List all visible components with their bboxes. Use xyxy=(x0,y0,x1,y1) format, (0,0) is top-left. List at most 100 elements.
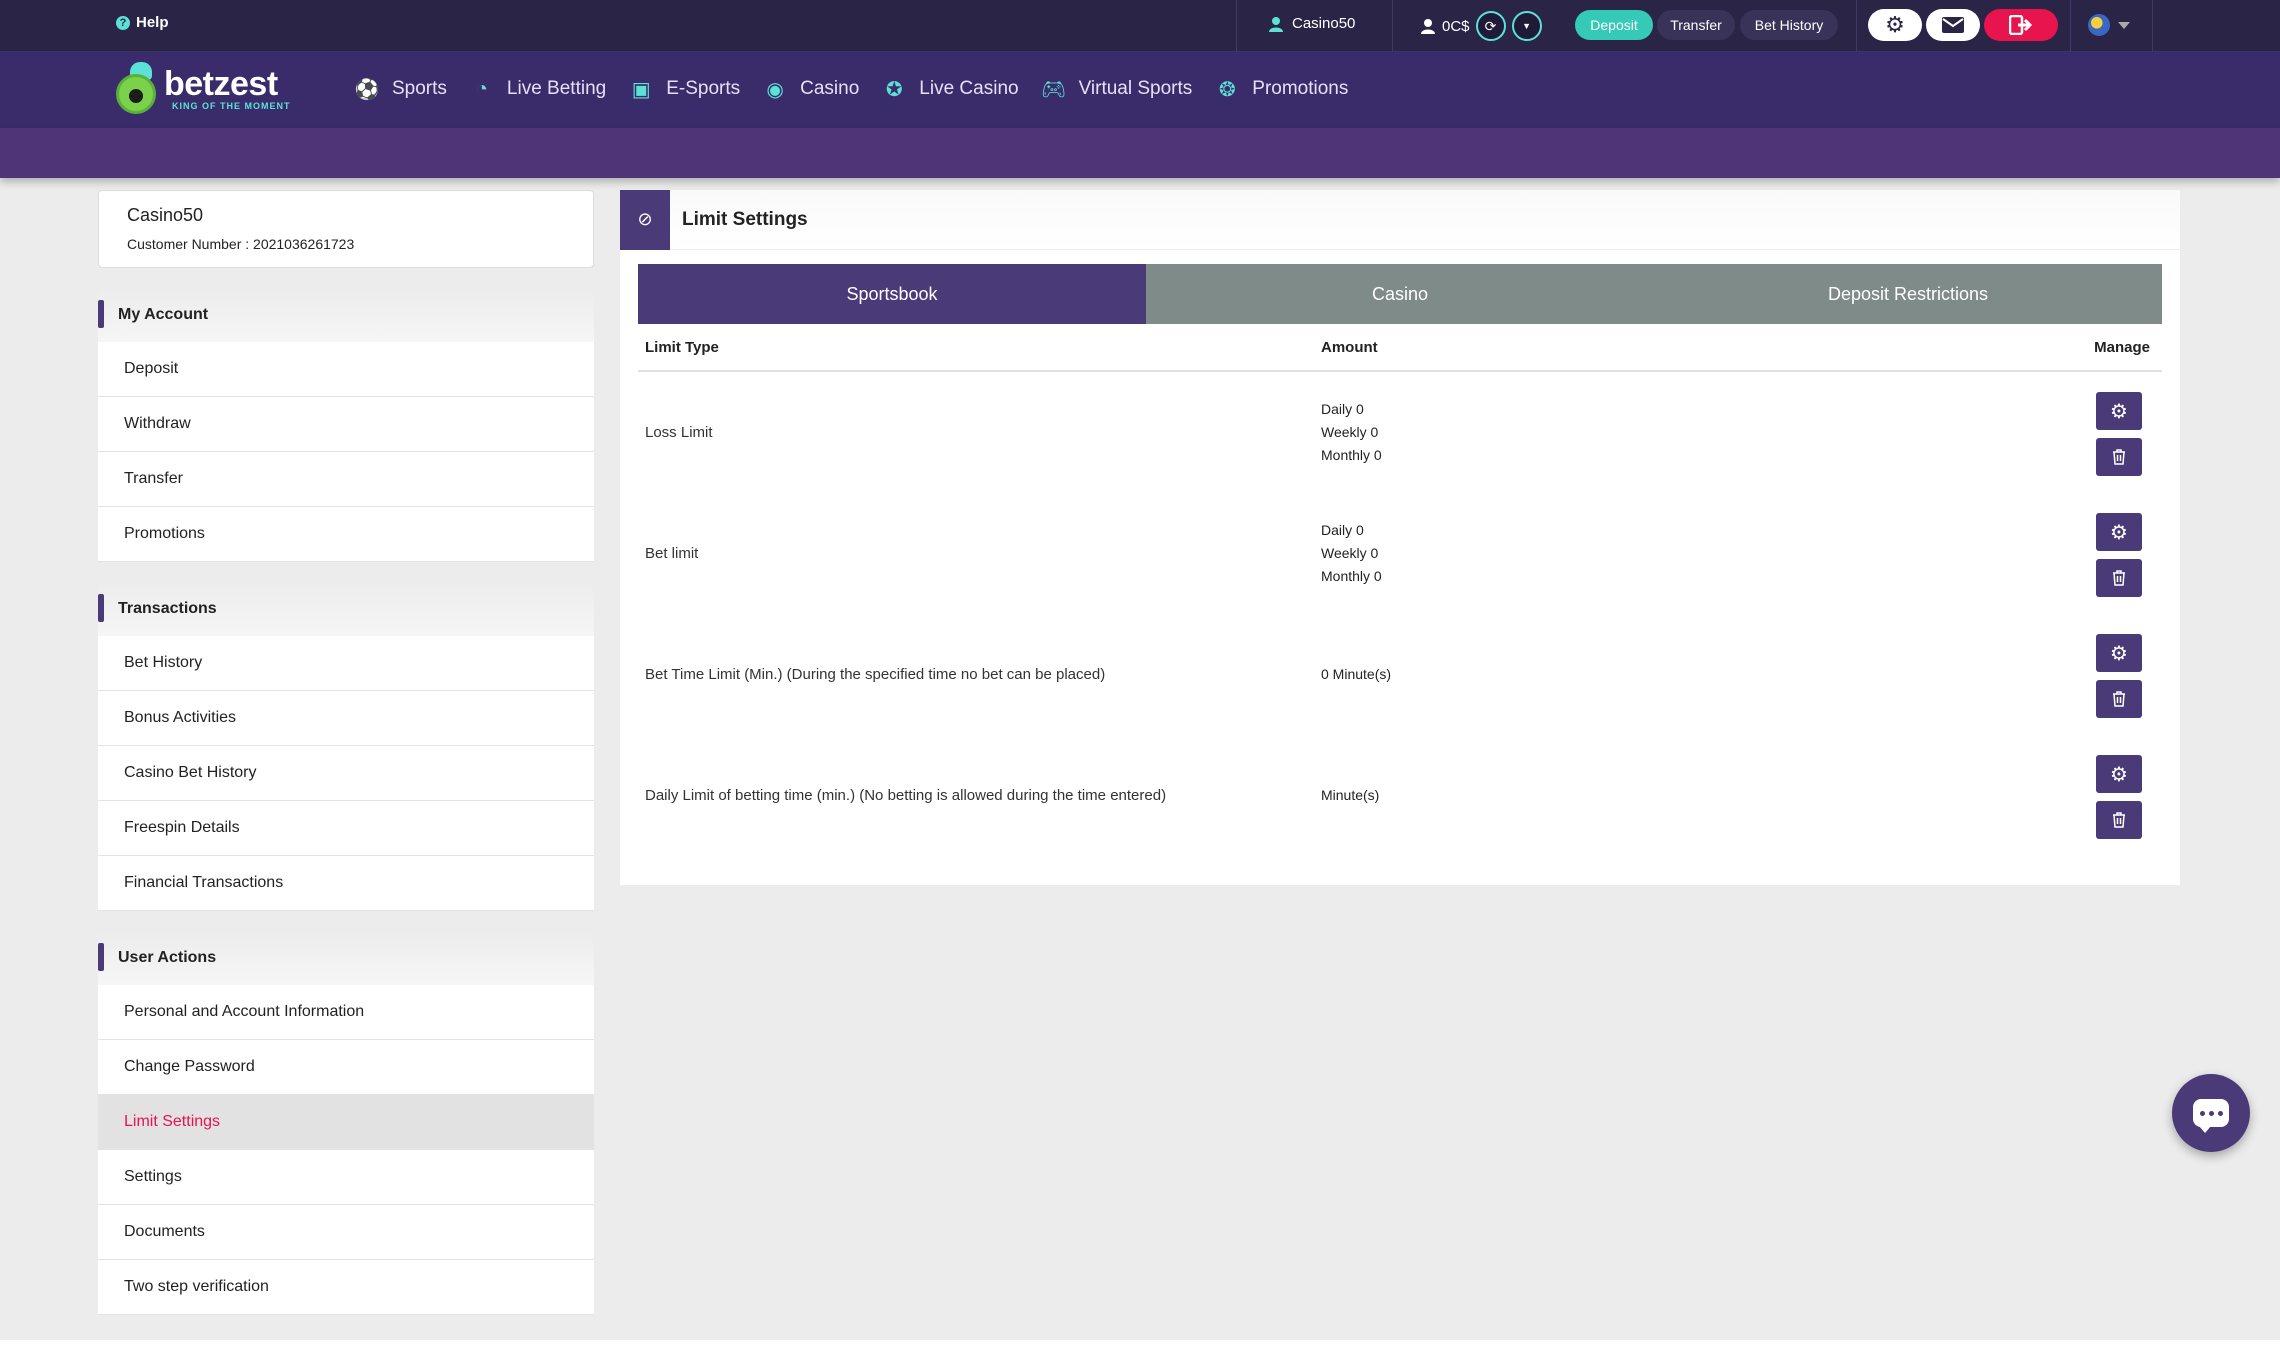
username-display[interactable]: Casino50 xyxy=(1268,15,1355,32)
logout-icon xyxy=(2009,15,2033,35)
manage-actions: ⚙ xyxy=(2096,755,2142,839)
delete-limit-button[interactable] xyxy=(2096,801,2142,839)
divider xyxy=(1856,0,1857,52)
divider xyxy=(2152,0,2153,52)
transfer-button[interactable]: Transfer xyxy=(1657,10,1735,40)
divider xyxy=(2070,0,2071,52)
nav-casino[interactable]: ◉ Casino xyxy=(764,78,860,101)
edit-limit-button[interactable]: ⚙ xyxy=(2096,634,2142,672)
table-row: Bet Time Limit (Min.) (During the specif… xyxy=(638,614,2162,735)
user-icon xyxy=(1421,19,1435,34)
limits-table: Limit Type Amount Manage Loss Limit Dail… xyxy=(638,324,2162,856)
help-icon: ? xyxy=(116,15,130,30)
main-nav: ⚽ Sports ◔ Live Betting ▣ E-Sports ◉ Cas… xyxy=(355,78,1372,101)
sidebar-item-settings[interactable]: Settings xyxy=(98,1150,594,1205)
edit-limit-button[interactable]: ⚙ xyxy=(2096,392,2142,430)
section-title: Transactions xyxy=(98,582,594,636)
limit-type: Loss Limit xyxy=(645,424,713,441)
amount-minutes: Minute(s) xyxy=(1321,787,1380,803)
limit-amount: Daily 0 Weekly 0 Monthly 0 xyxy=(1321,493,1382,614)
gear-icon: ⚙ xyxy=(2110,763,2128,786)
gear-icon: ⚙ xyxy=(2110,642,2128,665)
gamepad-icon: 🎮︎ xyxy=(1040,78,1067,101)
language-selector[interactable] xyxy=(2088,14,2130,36)
sidebar-item-transfer[interactable]: Transfer xyxy=(98,452,594,507)
trash-icon xyxy=(2113,812,2125,828)
sidebar-item-personal-info[interactable]: Personal and Account Information xyxy=(98,985,594,1040)
nav-live-betting[interactable]: ◔ Live Betting xyxy=(471,78,606,100)
section-user-actions: User Actions Personal and Account Inform… xyxy=(98,931,594,1315)
section-my-account: My Account Deposit Withdraw Transfer Pro… xyxy=(98,288,594,562)
sidebar-item-withdraw[interactable]: Withdraw xyxy=(98,397,594,452)
messages-button[interactable] xyxy=(1926,9,1980,41)
amount-daily: Daily 0 xyxy=(1321,522,1364,538)
logout-button[interactable] xyxy=(1984,9,2058,41)
limit-amount: 0 Minute(s) xyxy=(1321,614,1391,735)
bet-history-button[interactable]: Bet History xyxy=(1740,10,1838,40)
nav-label: Casino xyxy=(800,78,860,99)
flag-icon xyxy=(2088,14,2110,36)
help-link[interactable]: ? Help xyxy=(116,14,169,31)
live-chat-button[interactable] xyxy=(2172,1074,2250,1152)
casino-chip-icon: ◉ xyxy=(766,78,784,101)
profile-card: Casino50 Customer Number : 2021036261723 xyxy=(98,190,594,268)
section-title: My Account xyxy=(98,288,594,342)
refresh-balance-button[interactable]: ⟳ xyxy=(1475,11,1506,41)
sidebar-item-casino-bet-history[interactable]: Casino Bet History xyxy=(98,746,594,801)
stopwatch-icon: ◔ xyxy=(475,77,488,100)
balance-display: 0C$ ⟳ ▼ xyxy=(1420,11,1542,41)
nav-sports[interactable]: ⚽ Sports xyxy=(355,78,447,101)
mail-icon xyxy=(1942,17,1964,33)
sidebar-item-bonus-activities[interactable]: Bonus Activities xyxy=(98,691,594,746)
customer-number: Customer Number : 2021036261723 xyxy=(127,236,355,252)
edit-limit-button[interactable]: ⚙ xyxy=(2096,513,2142,551)
amount-weekly: Weekly 0 xyxy=(1321,545,1379,561)
deposit-button[interactable]: Deposit xyxy=(1575,10,1653,40)
table-header: Limit Type Amount Manage xyxy=(638,324,2162,372)
brand-logo[interactable]: betzest KING OF THE MOMENT xyxy=(112,62,291,116)
prohibited-icon: ⊘ xyxy=(620,189,670,250)
sidebar-item-deposit[interactable]: Deposit xyxy=(98,342,594,397)
amount-monthly: Monthly 0 xyxy=(1321,447,1382,463)
page-title: Limit Settings xyxy=(682,208,808,230)
manage-actions: ⚙ xyxy=(2096,513,2142,597)
delete-limit-button[interactable] xyxy=(2096,438,2142,476)
panel-header: ⊘ Limit Settings xyxy=(620,189,2180,250)
nav-promotions[interactable]: ❂ Promotions xyxy=(1216,78,1349,101)
limit-amount: Minute(s) xyxy=(1321,735,1379,856)
delete-limit-button[interactable] xyxy=(2096,680,2142,718)
nav-esports[interactable]: ▣ E-Sports xyxy=(630,78,740,101)
sidebar-item-two-step-verification[interactable]: Two step verification xyxy=(98,1260,594,1315)
username: Casino50 xyxy=(1292,15,1356,32)
sidebar-item-change-password[interactable]: Change Password xyxy=(98,1040,594,1095)
nav-label: Sports xyxy=(392,78,447,99)
sidebar-item-bet-history[interactable]: Bet History xyxy=(98,636,594,691)
section-transactions: Transactions Bet History Bonus Activitie… xyxy=(98,582,594,911)
table-row: Bet limit Daily 0 Weekly 0 Monthly 0 ⚙ xyxy=(638,493,2162,614)
profile-name: Casino50 xyxy=(127,205,204,225)
chevron-down-icon xyxy=(2118,21,2130,29)
edit-limit-button[interactable]: ⚙ xyxy=(2096,755,2142,793)
delete-limit-button[interactable] xyxy=(2096,559,2142,597)
sidebar-item-limit-settings[interactable]: Limit Settings xyxy=(98,1095,594,1150)
table-row: Daily Limit of betting time (min.) (No b… xyxy=(638,735,2162,856)
settings-button[interactable]: ⚙ xyxy=(1868,9,1922,41)
user-icon xyxy=(1269,16,1283,32)
help-label: Help xyxy=(136,14,169,31)
chat-icon xyxy=(2193,1099,2229,1133)
nav-live-casino[interactable]: ✪ Live Casino xyxy=(883,78,1019,101)
nav-virtual-sports[interactable]: 🎮︎ Virtual Sports xyxy=(1040,78,1192,101)
footer-strip xyxy=(0,1340,2280,1351)
section-title: User Actions xyxy=(98,931,594,985)
sidebar-item-documents[interactable]: Documents xyxy=(98,1205,594,1260)
tab-sportsbook[interactable]: Sportsbook xyxy=(638,264,1146,324)
tab-casino[interactable]: Casino xyxy=(1146,264,1654,324)
divider xyxy=(1236,0,1237,52)
sidebar-item-financial-transactions[interactable]: Financial Transactions xyxy=(98,856,594,911)
sidebar-item-freespin-details[interactable]: Freespin Details xyxy=(98,801,594,856)
sidebar-item-promotions[interactable]: Promotions xyxy=(98,507,594,562)
tab-deposit-restrictions[interactable]: Deposit Restrictions xyxy=(1654,264,2162,324)
top-bar: ? Help Casino50 0C$ ⟳ ▼ Deposit Transfer… xyxy=(0,0,2280,52)
balance-dropdown-button[interactable]: ▼ xyxy=(1511,11,1542,41)
chevron-down-icon: ▼ xyxy=(1522,21,1531,31)
